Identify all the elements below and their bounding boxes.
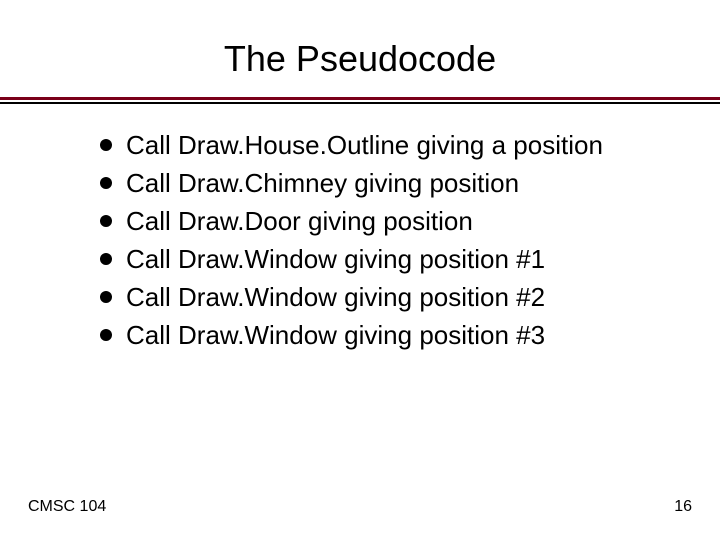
list-item-text: Call Draw.Window giving position #2 [126, 280, 545, 314]
list-item-text: Call Draw.Window giving position #1 [126, 242, 545, 276]
footer-course: CMSC 104 [28, 498, 106, 516]
list-item: Call Draw.Chimney giving position [100, 166, 660, 200]
bullet-list: Call Draw.House.Outline giving a positio… [100, 128, 660, 356]
list-item-text: Call Draw.Chimney giving position [126, 166, 519, 200]
list-item: Call Draw.Door giving position [100, 204, 660, 238]
slide-title: The Pseudocode [0, 38, 720, 80]
list-item-text: Call Draw.Window giving position #3 [126, 318, 545, 352]
page-number: 16 [674, 498, 692, 516]
bullet-icon [100, 215, 112, 227]
bullet-icon [100, 291, 112, 303]
list-item-text: Call Draw.House.Outline giving a positio… [126, 128, 603, 162]
bullet-icon [100, 253, 112, 265]
bullet-icon [100, 177, 112, 189]
bullet-icon [100, 139, 112, 151]
list-item-text: Call Draw.Door giving position [126, 204, 473, 238]
list-item: Call Draw.Window giving position #1 [100, 242, 660, 276]
list-item: Call Draw.Window giving position #3 [100, 318, 660, 352]
list-item: Call Draw.Window giving position #2 [100, 280, 660, 314]
list-item: Call Draw.House.Outline giving a positio… [100, 128, 660, 162]
slide: The Pseudocode Call Draw.House.Outline g… [0, 0, 720, 540]
bullet-icon [100, 329, 112, 341]
